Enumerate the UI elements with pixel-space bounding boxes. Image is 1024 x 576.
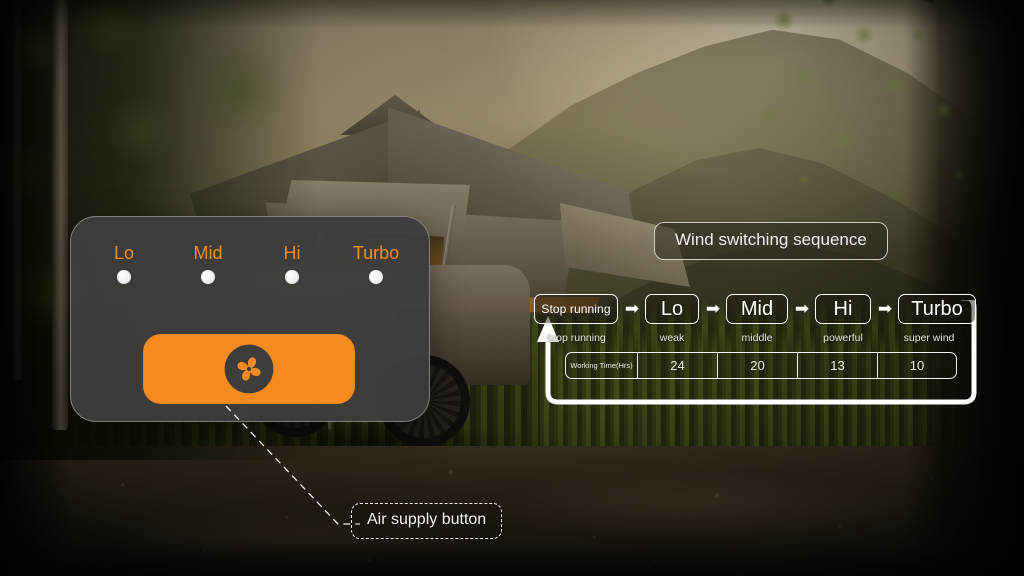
led-indicator-dot bbox=[117, 270, 131, 284]
air-supply-button[interactable] bbox=[143, 334, 355, 404]
led-indicator-dot bbox=[369, 270, 383, 284]
flow-sublabels: Stop running weak middle powerful super … bbox=[534, 331, 974, 347]
flow-arrow-icon: ➡ bbox=[794, 299, 810, 318]
indicator-hi[interactable]: Hi bbox=[262, 243, 322, 284]
working-time-value-mid: 20 bbox=[718, 353, 798, 378]
flow-node-turbo[interactable]: Turbo bbox=[898, 294, 976, 324]
flow-node-mid[interactable]: Mid bbox=[726, 294, 788, 324]
indicator-label: Mid bbox=[193, 243, 223, 263]
sublabel-middle: middle bbox=[741, 332, 773, 344]
fan-icon bbox=[224, 344, 274, 394]
indicator-turbo[interactable]: Turbo bbox=[346, 243, 406, 284]
birch-trunk bbox=[52, 0, 68, 430]
tree-trunk-thin bbox=[12, 0, 22, 380]
flow-node-hi[interactable]: Hi bbox=[815, 294, 871, 324]
flow-node-lo[interactable]: Lo bbox=[645, 294, 699, 324]
indicator-row: Lo Mid Hi Turbo bbox=[71, 243, 429, 284]
sublabel-powerful: powerful bbox=[823, 332, 863, 344]
gravel-texture bbox=[0, 446, 1024, 576]
indicator-label: Hi bbox=[283, 243, 301, 263]
indicator-label: Turbo bbox=[352, 243, 400, 263]
sublabel-weak: weak bbox=[659, 332, 685, 344]
sublabel-super-wind: super wind bbox=[903, 332, 955, 344]
led-indicator-dot bbox=[201, 270, 215, 284]
working-time-table: Working Time(Hrs) 24 20 13 10 bbox=[565, 352, 957, 379]
flow-arrow-icon: ➡ bbox=[877, 299, 893, 318]
working-time-value-lo: 24 bbox=[638, 353, 718, 378]
flow-arrow-icon: ➡ bbox=[624, 299, 640, 318]
working-time-header: Working Time(Hrs) bbox=[566, 353, 638, 378]
flow-node-stop-running[interactable]: Stop running bbox=[534, 294, 618, 324]
screenshot-root: Lo Mid Hi Turbo Air supply button Wind s… bbox=[0, 0, 1024, 576]
working-time-value-hi: 13 bbox=[798, 353, 878, 378]
air-supply-button-callout: Air supply button bbox=[351, 503, 503, 539]
diagram-title: Wind switching sequence bbox=[654, 222, 888, 260]
indicator-mid[interactable]: Mid bbox=[178, 243, 238, 284]
flow-arrow-icon: ➡ bbox=[705, 299, 721, 318]
control-panel: Lo Mid Hi Turbo bbox=[70, 216, 430, 422]
wind-sequence-flow: Stop running ➡ Lo ➡ Mid ➡ Hi ➡ Turbo bbox=[534, 294, 976, 324]
working-time-value-turbo: 10 bbox=[909, 358, 925, 373]
led-indicator-dot bbox=[285, 270, 299, 284]
sublabel-stop-running: Stop running bbox=[546, 332, 606, 344]
indicator-label: Lo bbox=[113, 243, 135, 263]
indicator-lo[interactable]: Lo bbox=[94, 243, 154, 284]
